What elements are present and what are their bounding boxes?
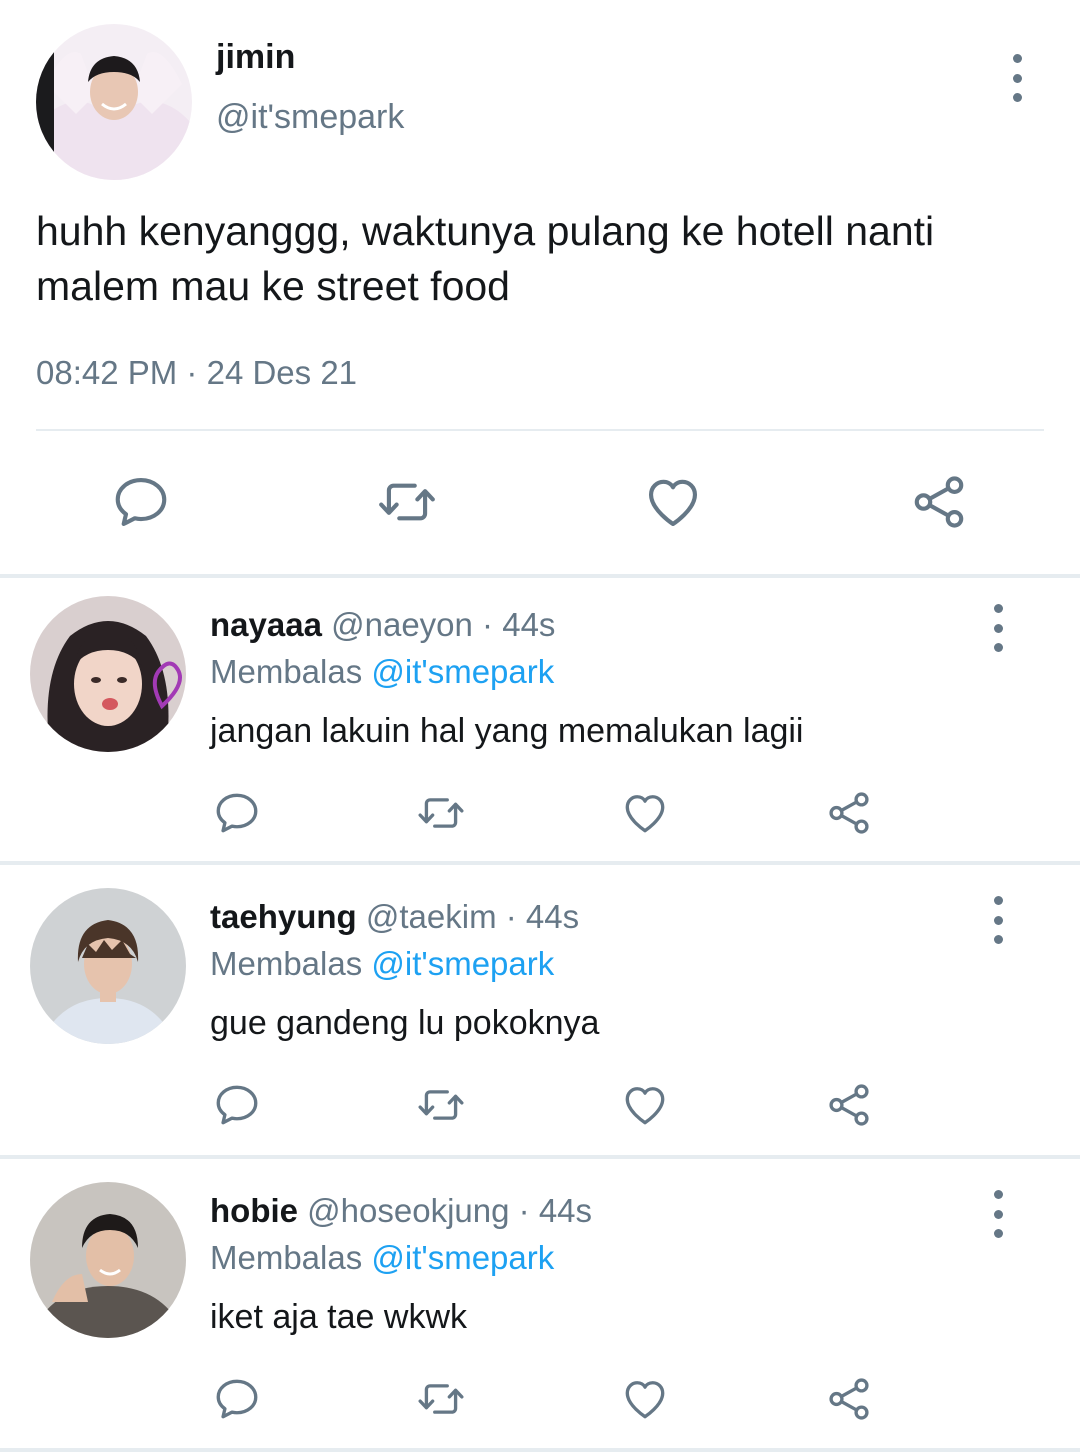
reply-time: 44s [502, 606, 556, 643]
share-button[interactable] [824, 1080, 874, 1130]
meta-separator: · [186, 354, 198, 391]
tweet-timestamp: 08:42 PM · 24 Des 21 [36, 354, 357, 392]
reply-time: 44s [525, 898, 580, 935]
comment-bubble-icon [110, 471, 172, 533]
reply-header: nayaaa @naeyon · 44s [210, 606, 555, 644]
comment-bubble-icon [212, 1080, 262, 1130]
retweet-arrows-icon [376, 471, 438, 533]
reply-author-name[interactable]: taehyung [210, 898, 357, 935]
like-button[interactable] [642, 471, 704, 533]
retweet-button[interactable] [376, 471, 438, 533]
author-name[interactable]: jimin [216, 38, 295, 77]
reply-text: jangan lakuin hal yang memalukan lagii [210, 712, 804, 750]
replying-to: Membalas @it'smepark [210, 653, 554, 691]
share-nodes-icon [908, 471, 970, 533]
reply-header: taehyung @taekim · 44s [210, 898, 579, 936]
reply-author-handle[interactable]: @hoseokjung [307, 1192, 509, 1229]
avatar-photo [30, 888, 186, 1044]
replying-label: Membalas [210, 1239, 363, 1276]
section-separator [0, 1155, 1080, 1159]
share-button[interactable] [824, 1374, 874, 1424]
reply-header: hobie @hoseokjung · 44s [210, 1192, 592, 1230]
share-button[interactable] [908, 471, 970, 533]
avatar[interactable] [36, 24, 192, 180]
reply-item[interactable]: hobie @hoseokjung · 44s Membalas @it'sme… [0, 1164, 1080, 1450]
avatar-photo [36, 24, 192, 180]
retweet-arrows-icon [416, 1080, 466, 1130]
main-tweet: jimin @it'smepark huhh kenyanggg, waktun… [0, 0, 1080, 574]
replying-to-link[interactable]: @it'smepark [371, 1239, 554, 1276]
tweet-text: huhh kenyanggg, waktunya pulang ke hotel… [36, 208, 935, 309]
comment-bubble-icon [212, 788, 262, 838]
more-dots-icon [1012, 54, 1022, 63]
replying-to-link[interactable]: @it'smepark [371, 945, 554, 982]
avatar-photo [30, 1182, 186, 1338]
more-options-button[interactable] [980, 892, 1016, 948]
reply-author-name[interactable]: hobie [210, 1192, 298, 1229]
share-button[interactable] [824, 788, 874, 838]
reply-time: 44s [538, 1192, 593, 1229]
share-nodes-icon [824, 1374, 874, 1424]
heart-icon [620, 1080, 670, 1130]
more-dots-icon [993, 1190, 1003, 1199]
like-button[interactable] [620, 1374, 670, 1424]
heart-icon [620, 788, 670, 838]
more-dots-icon [993, 604, 1003, 613]
divider [36, 429, 1044, 431]
tweet-date: 24 Des 21 [206, 354, 358, 391]
more-dots-icon [993, 896, 1003, 905]
reply-button[interactable] [110, 471, 172, 533]
replying-label: Membalas [210, 945, 363, 982]
retweet-button[interactable] [416, 788, 466, 838]
reply-author-handle[interactable]: @naeyon [331, 606, 473, 643]
retweet-button[interactable] [416, 1374, 466, 1424]
reply-button[interactable] [212, 1080, 262, 1130]
reply-text: iket aja tae wkwk [210, 1298, 467, 1336]
replying-to-link[interactable]: @it'smepark [371, 653, 554, 690]
reply-item[interactable]: nayaaa @naeyon · 44s Membalas @it'smepar… [0, 578, 1080, 864]
heart-icon [642, 471, 704, 533]
reply-item[interactable]: taehyung @taekim · 44s Membalas @it'smep… [0, 870, 1080, 1156]
avatar-photo [30, 596, 186, 752]
heart-icon [620, 1374, 670, 1424]
replying-label: Membalas [210, 653, 363, 690]
reply-author-name[interactable]: nayaaa [210, 606, 322, 643]
author-handle[interactable]: @it'smepark [216, 98, 404, 137]
reply-button[interactable] [212, 1374, 262, 1424]
section-separator [0, 1448, 1080, 1452]
more-options-button[interactable] [980, 1186, 1016, 1242]
replying-to: Membalas @it'smepark [210, 945, 554, 983]
retweet-button[interactable] [416, 1080, 466, 1130]
like-button[interactable] [620, 1080, 670, 1130]
reply-button[interactable] [212, 788, 262, 838]
header-separator: · [518, 1192, 530, 1229]
replying-to: Membalas @it'smepark [210, 1239, 554, 1277]
avatar[interactable] [30, 596, 186, 752]
section-separator [0, 861, 1080, 865]
reply-author-handle[interactable]: @taekim [366, 898, 497, 935]
more-options-button[interactable] [999, 50, 1035, 106]
reply-text: gue gandeng lu pokoknya [210, 1004, 600, 1042]
share-nodes-icon [824, 1080, 874, 1130]
retweet-arrows-icon [416, 788, 466, 838]
avatar[interactable] [30, 888, 186, 1044]
avatar[interactable] [30, 1182, 186, 1338]
header-separator: · [505, 898, 517, 935]
retweet-arrows-icon [416, 1374, 466, 1424]
more-options-button[interactable] [980, 600, 1016, 656]
like-button[interactable] [620, 788, 670, 838]
comment-bubble-icon [212, 1374, 262, 1424]
tweet-time: 08:42 PM [36, 354, 178, 391]
header-separator: · [482, 606, 494, 643]
share-nodes-icon [824, 788, 874, 838]
